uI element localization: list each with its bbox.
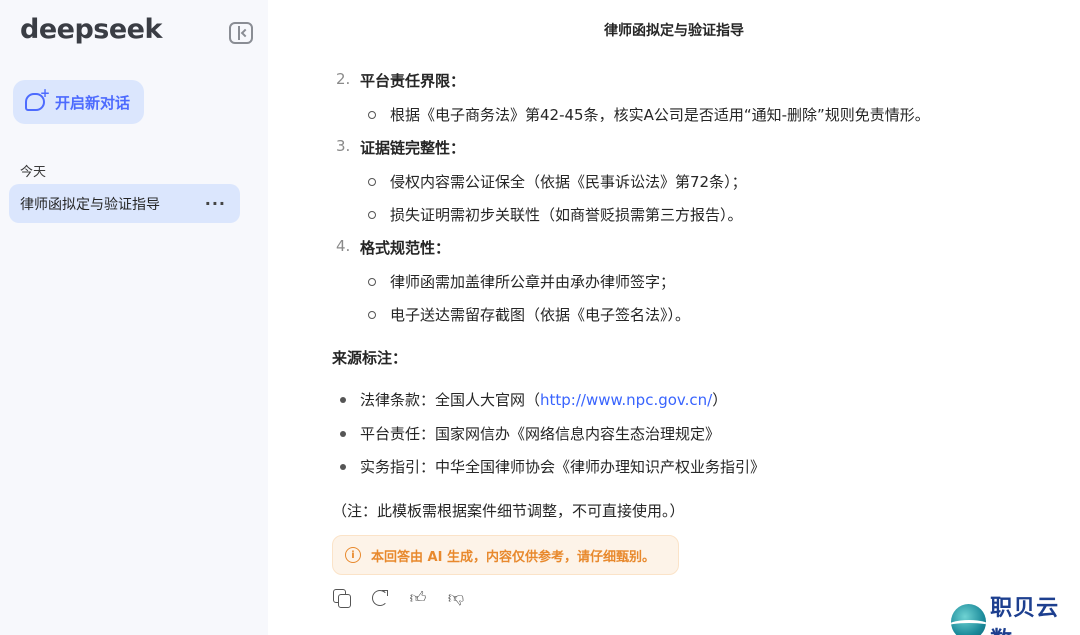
sub-item-text: 电子送达需留存截图（依据《电子签名法》）。 bbox=[390, 306, 691, 324]
npc-link[interactable]: http://www.npc.gov.cn/ bbox=[540, 391, 712, 409]
deepseek-logo[interactable]: deepseek bbox=[20, 14, 162, 45]
source-item: 实务指引：中华全国律师协会《律师办理知识产权业务指引》 bbox=[340, 456, 765, 477]
source-prefix: 法律条款：全国人大官网（ bbox=[360, 391, 541, 409]
thumbs-up-icon[interactable]: 👍︎ bbox=[408, 588, 428, 608]
refresh-icon[interactable] bbox=[370, 588, 390, 608]
copy-icon[interactable] bbox=[332, 588, 352, 608]
numbered-item: 2. 平台责任界限： bbox=[336, 70, 465, 91]
bullet bbox=[340, 430, 346, 437]
ai-disclaimer: i 本回答由 AI 生成，内容仅供参考，请仔细甄别。 bbox=[332, 535, 679, 575]
item-number: 3. bbox=[336, 137, 351, 155]
item-heading: 平台责任界限： bbox=[360, 72, 466, 90]
chat-title: 律师函拟定与验证指导 bbox=[604, 23, 744, 39]
disclaimer-text: 本回答由 AI 生成，内容仅供参考，请仔细甄别。 bbox=[371, 549, 655, 565]
sub-item-text: 律师函需加盖律所公章并由承办律师签字； bbox=[390, 273, 676, 291]
bullet bbox=[340, 463, 346, 470]
numbered-item: 4. 格式规范性： bbox=[336, 237, 450, 258]
item-number: 2. bbox=[336, 70, 351, 88]
sub-list-item: 损失证明需初步关联性（如商誉贬损需第三方报告）。 bbox=[368, 204, 743, 225]
sidebar: deepseek 开启新对话 今天 律师函拟定与验证指导 ··· bbox=[0, 0, 268, 635]
sub-item-text: 根据《电子商务法》第42-45条，核实A公司是否适用“通知-删除”规则免责情形。 bbox=[390, 106, 930, 124]
sub-list-item: 电子送达需留存截图（依据《电子签名法》）。 bbox=[368, 304, 690, 325]
source-heading: 来源标注： bbox=[332, 349, 408, 367]
circle-bullet bbox=[368, 277, 376, 286]
sub-list-item: 律师函需加盖律所公章并由承办律师签字； bbox=[368, 271, 675, 292]
circle-bullet bbox=[368, 177, 376, 186]
section-label-today: 今天 bbox=[20, 165, 47, 180]
conversation-title: 律师函拟定与验证指导 bbox=[20, 196, 160, 213]
new-chat-button[interactable]: 开启新对话 bbox=[13, 80, 144, 124]
watermark-logo-icon bbox=[951, 604, 987, 635]
conversation-item[interactable]: 律师函拟定与验证指导 ··· bbox=[9, 184, 240, 223]
chat-plus-icon bbox=[25, 86, 50, 111]
watermark: 职贝云数 bbox=[951, 590, 1080, 635]
source-prefix: 实务指引：中华全国律师协会《律师办理知识产权业务指引》 bbox=[360, 458, 766, 476]
sub-item-text: 损失证明需初步关联性（如商誉贬损需第三方报告）。 bbox=[390, 206, 743, 224]
bullet bbox=[340, 396, 346, 403]
source-item: 平台责任：国家网信办《网络信息内容生态治理规定》 bbox=[340, 423, 720, 444]
source-prefix: 平台责任：国家网信办《网络信息内容生态治理规定》 bbox=[360, 425, 721, 443]
sidebar-collapse-icon[interactable] bbox=[229, 22, 253, 44]
sub-list-item: 根据《电子商务法》第42-45条，核实A公司是否适用“通知-删除”规则免责情形。 bbox=[368, 104, 930, 125]
new-chat-label: 开启新对话 bbox=[55, 93, 131, 112]
source-suffix: ） bbox=[712, 391, 728, 409]
info-icon: i bbox=[345, 547, 361, 563]
numbered-item: 3. 证据链完整性： bbox=[336, 137, 465, 158]
item-number: 4. bbox=[336, 237, 351, 255]
source-item: 法律条款：全国人大官网（ http://www.npc.gov.cn/ ） bbox=[340, 389, 727, 410]
circle-bullet bbox=[368, 210, 376, 219]
message-actions: 👍︎ 👎︎ bbox=[332, 588, 466, 608]
item-heading: 格式规范性： bbox=[360, 239, 451, 257]
sub-item-text: 侵权内容需公证保全（依据《民事诉讼法》第72条）； bbox=[390, 173, 747, 191]
sub-list-item: 侵权内容需公证保全（依据《民事诉讼法》第72条）； bbox=[368, 171, 747, 192]
template-note: （注：此模板需根据案件细节调整，不可直接使用。） bbox=[332, 502, 685, 520]
circle-bullet bbox=[368, 310, 376, 319]
watermark-text: 职贝云数 bbox=[990, 596, 1060, 635]
thumbs-down-icon[interactable]: 👎︎ bbox=[446, 588, 466, 608]
circle-bullet bbox=[368, 110, 376, 119]
item-heading: 证据链完整性： bbox=[360, 139, 466, 157]
more-options-icon[interactable]: ··· bbox=[205, 194, 226, 213]
